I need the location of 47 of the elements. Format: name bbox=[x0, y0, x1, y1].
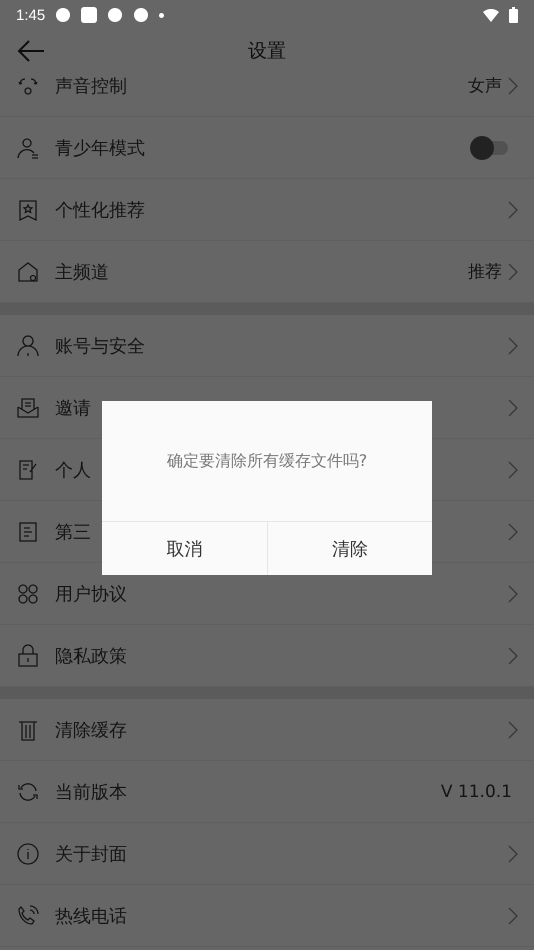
chevron-icon bbox=[508, 262, 518, 280]
row-label: 个人 bbox=[55, 458, 91, 482]
chevron-icon bbox=[508, 460, 518, 478]
chevron-icon bbox=[508, 200, 518, 218]
row-label: 青少年模式 bbox=[55, 136, 145, 160]
chevron-icon bbox=[508, 336, 518, 354]
chevron-icon bbox=[508, 522, 518, 540]
row-label: 第三 bbox=[55, 520, 91, 544]
row-label: 热线电话 bbox=[55, 904, 127, 928]
battery-icon bbox=[509, 7, 518, 23]
notification-icon bbox=[81, 7, 98, 23]
row-value: 女声 bbox=[468, 75, 502, 97]
envelope-icon bbox=[16, 396, 40, 420]
row-label: 声音控制 bbox=[55, 74, 127, 98]
grid-icon bbox=[16, 582, 40, 606]
row-label: 账号与安全 bbox=[55, 334, 145, 358]
row-label: 隐私政策 bbox=[55, 644, 127, 668]
info-icon bbox=[16, 842, 40, 866]
dialog-message: 确定要清除所有缓存文件吗? bbox=[166, 450, 368, 472]
notification-icon bbox=[107, 7, 124, 23]
row-value: 推荐 bbox=[468, 261, 502, 283]
house-icon bbox=[16, 260, 40, 284]
chevron-icon bbox=[508, 720, 518, 738]
row-label: 用户协议 bbox=[55, 582, 127, 606]
chevron-icon bbox=[508, 906, 518, 924]
notification-icon bbox=[133, 7, 150, 23]
row-label: 个性化推荐 bbox=[55, 198, 145, 222]
chevron-icon bbox=[508, 76, 518, 94]
wifi-icon bbox=[483, 8, 499, 22]
page-title: 设置 bbox=[248, 39, 286, 64]
dot-icon bbox=[159, 12, 164, 18]
chevron-icon bbox=[508, 584, 518, 602]
row-label: 当前版本 bbox=[55, 780, 127, 804]
status-time: 1:45 bbox=[16, 6, 46, 24]
row-label: 主频道 bbox=[55, 260, 109, 284]
row-label: 关于封面 bbox=[55, 842, 127, 866]
chevron-icon bbox=[508, 398, 518, 416]
person-icon bbox=[16, 334, 40, 358]
row-value: V 11.0.1 bbox=[440, 782, 512, 802]
lock-icon bbox=[16, 644, 40, 668]
row-label: 清除缓存 bbox=[55, 718, 127, 742]
phone-icon bbox=[16, 904, 40, 928]
row-label: 邀请 bbox=[55, 396, 91, 420]
chevron-icon bbox=[508, 844, 518, 862]
chevron-icon bbox=[508, 646, 518, 664]
person-icon bbox=[16, 136, 40, 160]
notification-icon bbox=[55, 7, 72, 23]
